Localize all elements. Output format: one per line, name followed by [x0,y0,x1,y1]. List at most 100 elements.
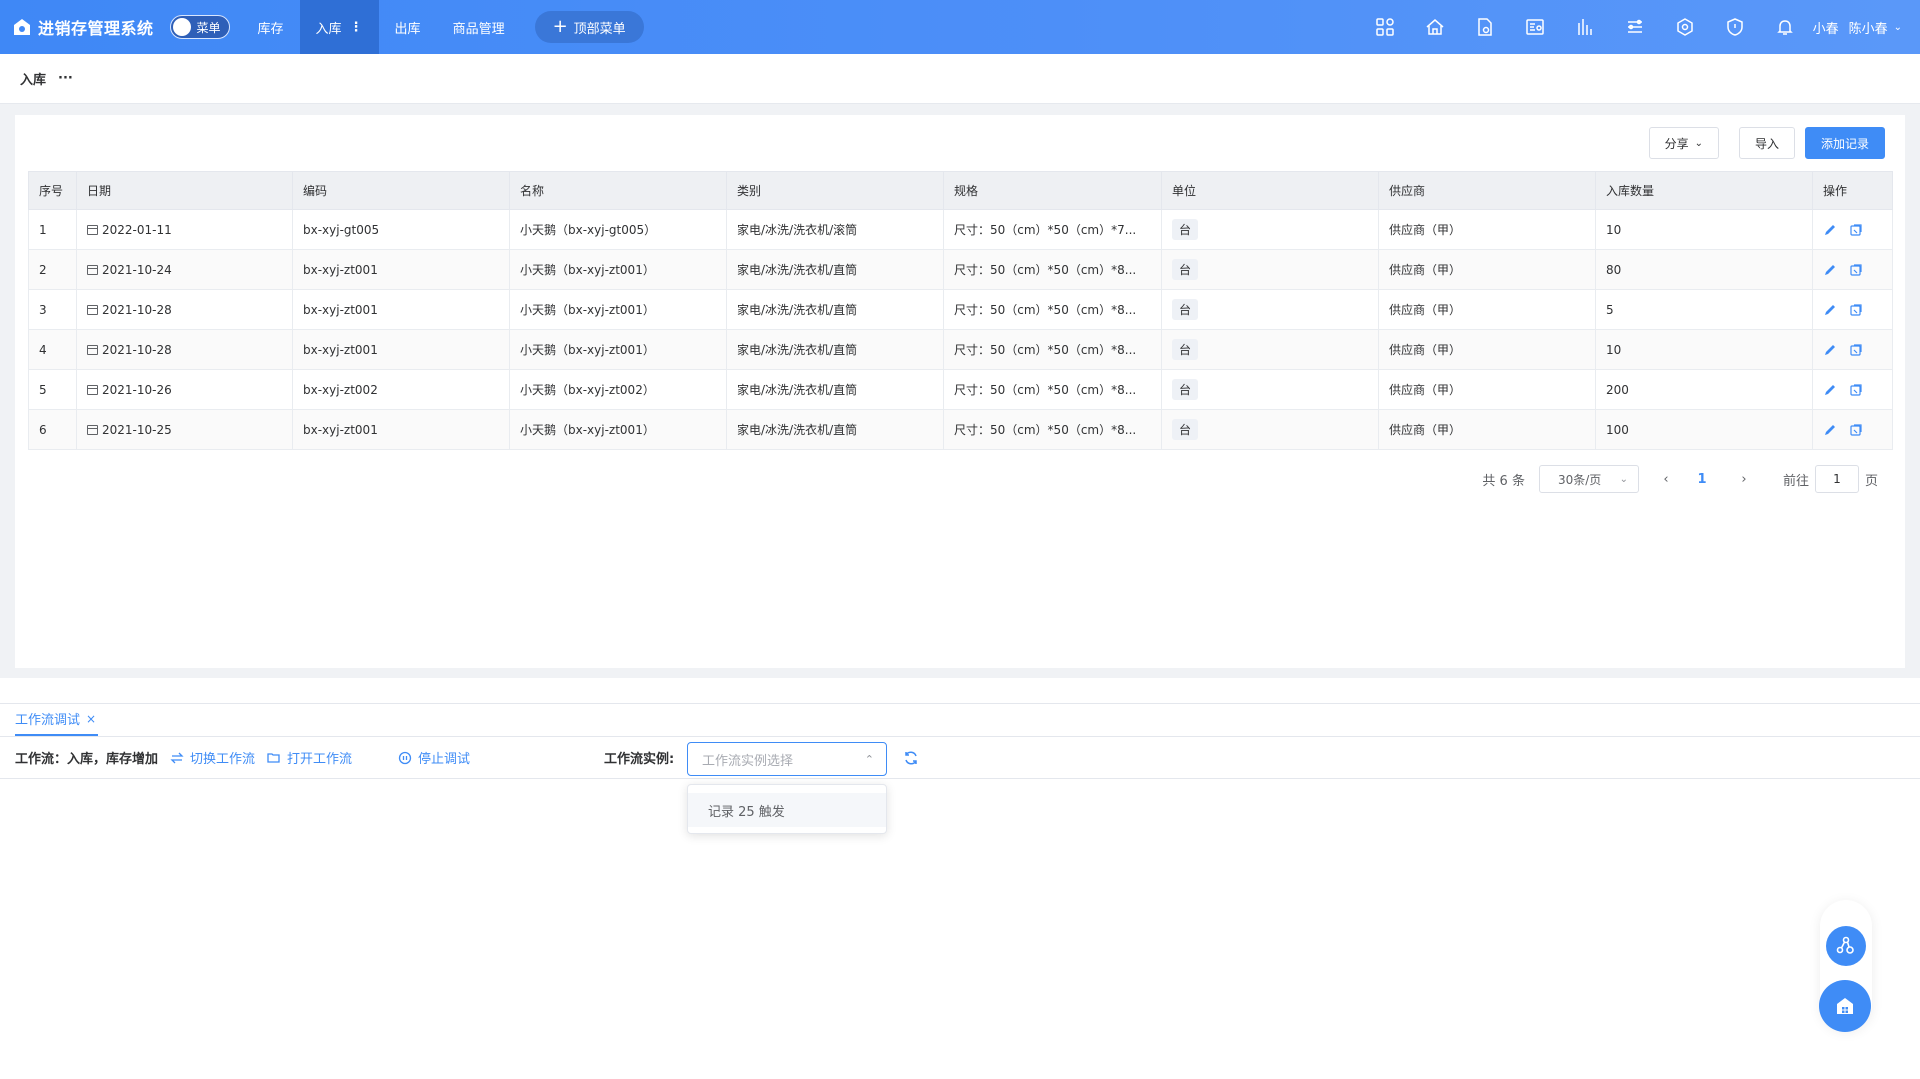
page-number-current[interactable]: 1 [1687,472,1717,487]
table-header-row: 序号 日期 编码 名称 类别 规格 单位 供应商 入库数量 操作 [28,171,1893,210]
open-workflow-link[interactable]: 打开工作流 [267,748,352,767]
cell-qty: 10 [1595,209,1813,250]
column-header[interactable]: 操作 [1812,171,1893,210]
shield-icon[interactable] [1710,0,1760,54]
page-size-value: 30条/页 [1557,472,1602,487]
refresh-icon[interactable] [903,750,919,766]
view-detail-icon[interactable] [1849,343,1863,357]
cell-category: 家电/冰洗/洗衣机/直筒 [726,329,944,370]
report-icon[interactable] [1510,0,1560,54]
view-detail-icon[interactable] [1849,423,1863,437]
edit-icon[interactable] [1823,383,1837,397]
cell-spec: 尺寸：50（cm）*50（cm）*7... [943,209,1162,250]
cell-actions [1812,369,1893,410]
share-button[interactable]: 分享 ⌄ [1648,127,1719,159]
share-label: 分享 [1664,136,1689,151]
table-row: 3 2021-10-28 bx-xyj-zt001 小天鹅（bx-xyj-zt001）… [28,289,1893,330]
cell-unit: 台 [1161,209,1379,250]
cell-category: 家电/冰洗/洗衣机/直筒 [726,409,944,450]
cell-actions [1812,209,1893,250]
add-record-button[interactable]: 添加记录 [1804,127,1885,159]
chart-icon[interactable] [1560,0,1610,54]
cell-code: bx-xyj-gt005 [292,209,510,250]
instance-label: 工作流实例: [604,752,675,767]
edit-icon[interactable] [1823,223,1837,237]
instance-select[interactable]: 工作流实例选择 ⌃ [687,742,887,776]
file-settings-icon[interactable] [1460,0,1510,54]
switch-workflow-label: 切换工作流 [190,752,256,767]
edit-icon[interactable] [1823,423,1837,437]
workflow-settings-icon [1836,936,1854,954]
column-header[interactable]: 名称 [509,171,727,210]
cell-qty: 200 [1595,369,1813,410]
cell-unit: 台 [1161,249,1379,290]
cell-unit: 台 [1161,289,1379,330]
workflow-float-button[interactable] [1826,926,1866,966]
stop-debug-link[interactable]: 停止调试 [398,748,470,767]
import-label: 导入 [1754,136,1779,151]
prev-page-button[interactable]: ‹ [1651,472,1681,487]
plus-icon: + [552,16,568,37]
next-page-button[interactable]: › [1729,472,1759,487]
list-icon[interactable] [1610,0,1660,54]
column-header[interactable]: 编码 [292,171,510,210]
page-size-select[interactable]: 30条/页 ⌄ [1538,465,1639,493]
main-card: 分享 ⌄ 导入 添加记录 序号 日期 编码 名称 类别 规格 单位 供应商 入库数… [15,115,1905,668]
bell-icon[interactable] [1760,0,1810,54]
goto-page-input[interactable]: 1 [1814,465,1859,493]
view-detail-icon[interactable] [1849,263,1863,277]
column-header[interactable]: 日期 [76,171,293,210]
date-value: 2021-10-25 [102,422,172,437]
unit-tag: 台 [1172,219,1199,240]
nav-item-inbound[interactable]: 入库 ⋮ [299,0,379,54]
menu-toggle[interactable]: 菜单 [169,15,230,39]
edit-icon[interactable] [1823,263,1837,277]
cell-qty: 10 [1595,329,1813,370]
home-float-button[interactable] [1819,980,1871,1032]
more-icon[interactable]: ··· [58,71,73,86]
cell-spec: 尺寸：50（cm）*50（cm）*8... [943,249,1162,290]
apps-icon[interactable] [1360,0,1410,54]
column-header[interactable]: 单位 [1161,171,1379,210]
cell-spec: 尺寸：50（cm）*50（cm）*8... [943,409,1162,450]
cell-name: 小天鹅（bx-xyj-zt002） [509,369,727,410]
close-icon[interactable]: × [86,712,96,726]
nav-item-inventory[interactable]: 库存 [242,0,300,54]
folder-open-icon [267,752,280,763]
top-menu-button[interactable]: + 顶部菜单 [534,11,644,43]
column-header[interactable]: 规格 [943,171,1162,210]
nav-item-outbound[interactable]: 出库 [379,0,437,54]
cell-no: 5 [28,369,77,410]
edit-icon[interactable] [1823,343,1837,357]
table-row: 4 2021-10-28 bx-xyj-zt001 小天鹅（bx-xyj-zt001）… [28,329,1893,370]
app-title: 进销存管理系统 [38,19,154,38]
tab-workflow-debug[interactable]: 工作流调试 × [15,703,99,736]
nav-item-product-management[interactable]: 商品管理 [437,0,521,54]
user-menu[interactable]: 小春 陈小春 ⌄ [1813,0,1902,54]
toggle-label: 菜单 [196,20,221,35]
view-detail-icon[interactable] [1849,383,1863,397]
cell-no: 4 [28,329,77,370]
app-logo[interactable]: 进销存管理系统 [0,0,154,54]
calendar-icon [87,304,98,315]
view-detail-icon[interactable] [1849,223,1863,237]
cell-actions [1812,409,1893,450]
column-header[interactable]: 类别 [726,171,944,210]
switch-workflow-link[interactable]: 切换工作流 [170,748,255,767]
data-table: 序号 日期 编码 名称 类别 规格 单位 供应商 入库数量 操作 1 2022-0… [28,171,1893,450]
more-vertical-icon[interactable]: ⋮ [350,20,363,35]
unit-tag: 台 [1172,339,1199,360]
cell-date: 2021-10-24 [76,249,293,290]
view-detail-icon[interactable] [1849,303,1863,317]
column-header[interactable]: 入库数量 [1595,171,1813,210]
stop-debug-label: 停止调试 [418,752,471,767]
network-icon[interactable] [1660,0,1710,54]
home-icon[interactable] [1410,0,1460,54]
calendar-icon [87,424,98,435]
instance-option[interactable]: 记录 25 触发 [688,793,886,827]
edit-icon[interactable] [1823,303,1837,317]
cell-actions [1812,289,1893,330]
column-header[interactable]: 供应商 [1378,171,1596,210]
column-header[interactable]: 序号 [28,171,77,210]
import-button[interactable]: 导入 [1738,127,1795,159]
